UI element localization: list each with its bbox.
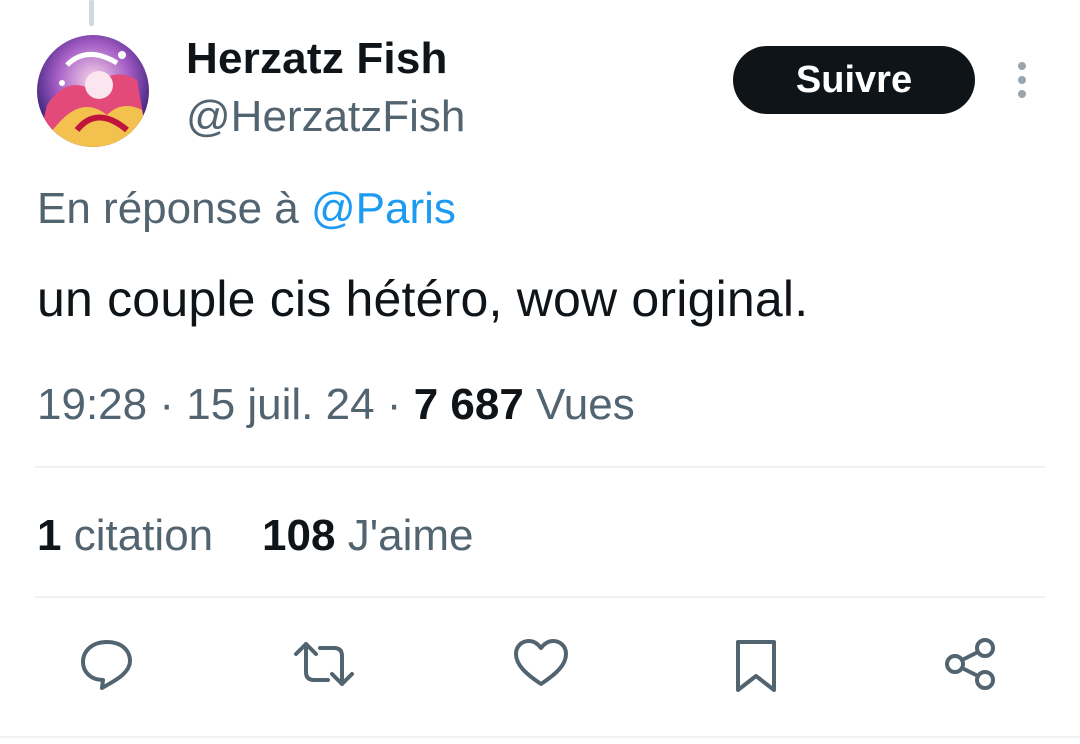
reply-icon[interactable]	[78, 636, 136, 692]
quotes-label: citation	[73, 511, 214, 560]
author-name[interactable]: Herzatz Fish	[186, 34, 448, 84]
avatar-image	[37, 35, 149, 147]
quotes-count: 1	[37, 511, 62, 560]
reply-context: En réponse à @Paris	[37, 184, 456, 234]
follow-button[interactable]: Suivre	[733, 46, 975, 114]
tweet-date[interactable]: 15 juil. 24	[186, 380, 374, 429]
views-label: Vues	[536, 380, 635, 429]
quotes-stat[interactable]: 1 citation	[37, 511, 213, 560]
divider	[35, 596, 1045, 598]
bookmark-icon[interactable]	[733, 636, 779, 696]
likes-count: 108	[262, 511, 336, 560]
likes-label: J'aime	[347, 511, 474, 560]
likes-stat[interactable]: 108 J'aime	[262, 511, 473, 560]
author-handle[interactable]: @HerzatzFish	[186, 92, 465, 142]
bottom-divider	[0, 736, 1080, 738]
tweet-text: un couple cis hétéro, wow original.	[37, 271, 809, 327]
retweet-icon[interactable]	[292, 636, 356, 692]
divider	[35, 466, 1045, 468]
tweet-meta: 19:28 · 15 juil. 24 · 7 687 Vues	[37, 380, 635, 429]
thread-connector-line	[89, 0, 94, 26]
share-icon[interactable]	[942, 636, 998, 692]
reply-prefix: En réponse à	[37, 184, 311, 233]
more-options-icon[interactable]	[1012, 60, 1032, 100]
tweet-time[interactable]: 19:28	[37, 380, 147, 429]
engagement-stats: 1 citation 108 J'aime	[37, 511, 473, 561]
reply-mention-link[interactable]: @Paris	[311, 184, 456, 233]
avatar[interactable]	[37, 35, 149, 147]
like-icon[interactable]	[512, 636, 570, 692]
views-count: 7 687	[413, 380, 524, 429]
